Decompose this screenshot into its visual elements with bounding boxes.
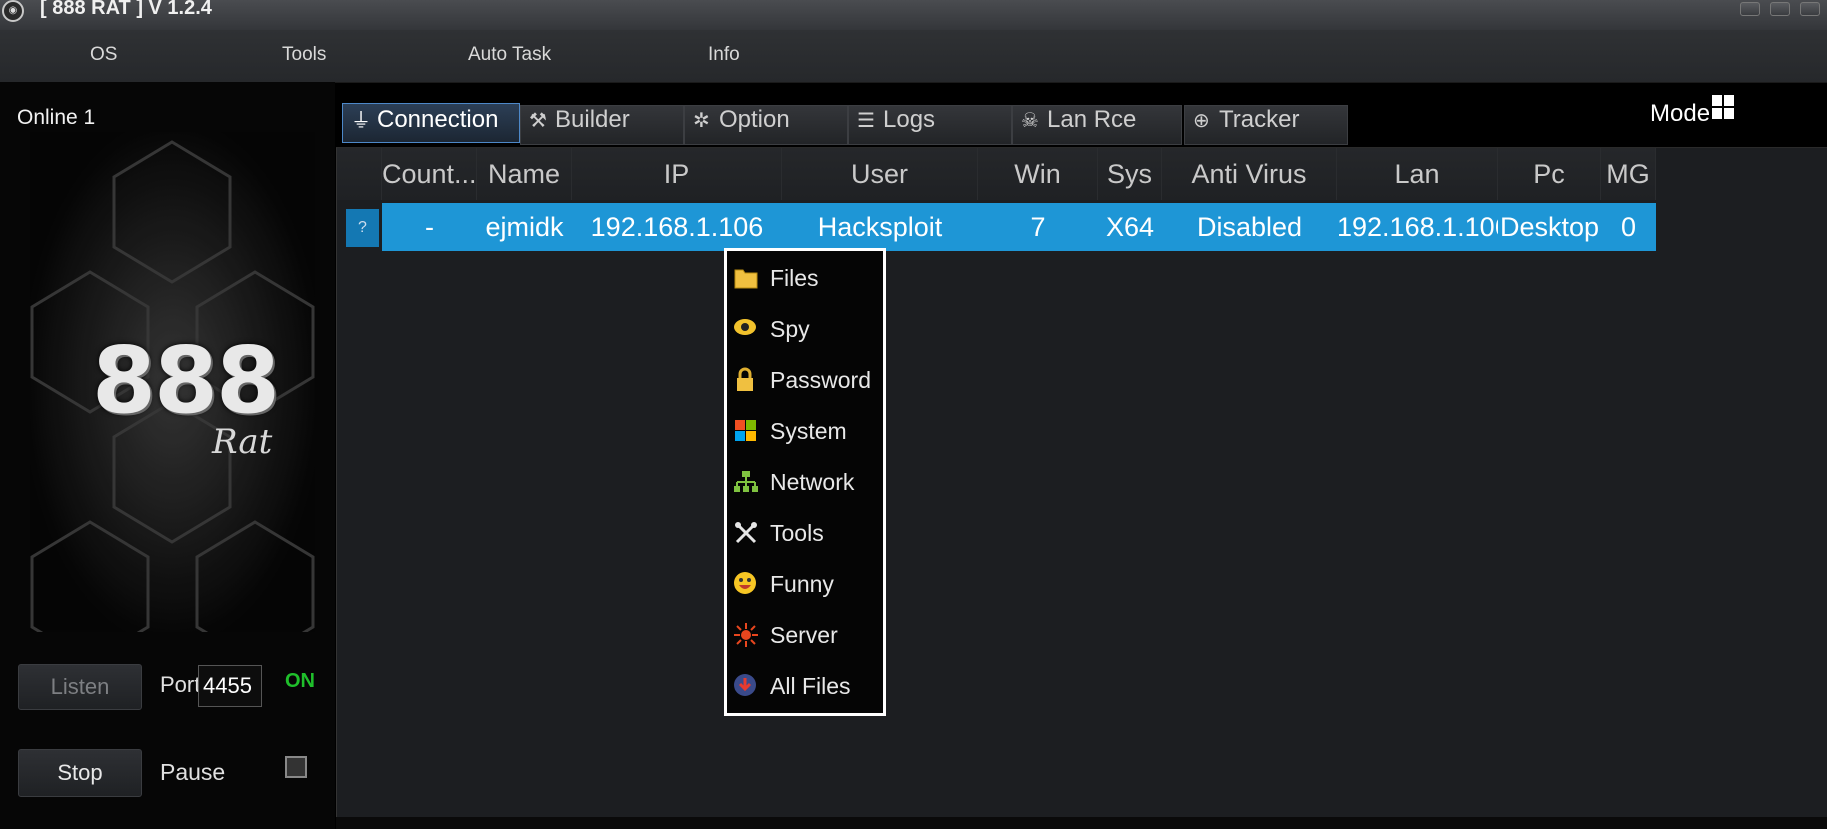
cell-name: ejmidk — [485, 212, 564, 242]
brand-logo-888: 888 — [92, 327, 280, 434]
column-header-indicator — [337, 148, 382, 200]
tab-label: Lan Rce — [1047, 106, 1137, 133]
column-header-win[interactable]: Win — [978, 148, 1098, 200]
network-icon — [734, 471, 758, 492]
globe-icon: ⊕ — [1193, 110, 1210, 132]
menu-info[interactable]: Info — [708, 44, 740, 66]
tab-label: Option — [719, 106, 790, 133]
port-input[interactable] — [198, 665, 262, 707]
column-header-lan[interactable]: Lan — [1337, 148, 1498, 200]
context-item-label: Funny — [770, 571, 834, 597]
skull-icon: ☠ — [1021, 110, 1039, 132]
column-header-anti-virus[interactable]: Anti Virus — [1162, 148, 1337, 200]
table-footer — [336, 817, 1827, 829]
column-header-country[interactable]: Count... — [382, 148, 477, 200]
tab-label: Logs — [883, 106, 936, 133]
cell-lan: 192.168.1.106 — [1337, 212, 1498, 242]
context-item-network[interactable]: Network — [727, 461, 883, 509]
online-count: Online 1 — [17, 106, 96, 129]
tab-bar: ⏚ Connection ⚒ Builder ✲ Option ☰ Logs ☠ Lan … — [338, 95, 1827, 148]
context-item-system[interactable]: System — [727, 410, 883, 458]
close-button[interactable] — [1800, 2, 1820, 16]
windows-icon — [735, 420, 756, 441]
window-title: [ 888 RAT ] V 1.2.4 — [40, 0, 212, 19]
column-header-name[interactable]: Name — [477, 148, 572, 200]
folder-icon — [734, 269, 758, 289]
brand-logo-rat: Rat — [212, 422, 273, 462]
mode-label: Mode — [1650, 100, 1711, 127]
table-row[interactable]: - ejmidk 192.168.1.106 Hacksploit 7 X64 … — [382, 203, 1656, 251]
cell-win: 7 — [1030, 212, 1046, 242]
smiley-icon — [734, 572, 756, 594]
list-icon: ☰ — [857, 110, 875, 132]
column-header-pc[interactable]: Pc — [1498, 148, 1601, 200]
stop-button[interactable]: Stop — [18, 749, 142, 797]
context-item-label: Password — [770, 367, 871, 393]
cell-pc: Desktop — [1499, 212, 1600, 242]
tab-label: Builder — [555, 106, 630, 133]
row-indicator[interactable]: ? — [346, 209, 379, 247]
menu-auto-task[interactable]: Auto Task — [468, 44, 551, 66]
context-item-spy[interactable]: Spy — [727, 308, 883, 356]
tab-label: Connection — [377, 106, 499, 133]
menu-tools[interactable]: Tools — [282, 44, 326, 66]
cell-user: Hacksploit — [817, 212, 943, 242]
cell-country: - — [425, 212, 434, 242]
menu-os[interactable]: OS — [90, 44, 117, 66]
context-item-label: All Files — [770, 673, 851, 699]
pause-label: Pause — [160, 759, 226, 785]
context-item-files[interactable]: Files — [727, 257, 883, 305]
column-header-mg[interactable]: MG — [1601, 148, 1656, 200]
context-item-label: Server — [770, 622, 838, 648]
tab-builder[interactable]: ⚒ Builder — [520, 105, 684, 145]
column-header-sys[interactable]: Sys — [1098, 148, 1162, 200]
tools-icon: ⚒ — [529, 110, 547, 132]
context-item-label: System — [770, 418, 847, 444]
context-item-label: Tools — [770, 520, 824, 546]
cell-mg: 0 — [1620, 212, 1637, 242]
eye-icon — [734, 319, 756, 335]
tab-option[interactable]: ✲ Option — [684, 105, 848, 145]
context-menu: Files Spy Password System Network Tools … — [724, 248, 886, 716]
listen-button[interactable]: Listen — [18, 664, 142, 710]
cell-anti-virus: Disabled — [1196, 212, 1303, 242]
status-on-indicator: ON — [285, 670, 315, 692]
tab-label: Tracker — [1219, 106, 1300, 133]
app-window: ◉ [ 888 RAT ] V 1.2.4 OS Tools Auto Task… — [0, 0, 1827, 829]
tab-connection[interactable]: ⏚ Connection — [342, 103, 520, 143]
windows-icon — [1712, 95, 1734, 119]
maximize-button[interactable] — [1770, 2, 1790, 16]
app-logo-icon: ◉ — [2, 0, 24, 22]
column-header-ip[interactable]: IP — [572, 148, 782, 200]
server-icon — [734, 623, 758, 647]
column-header-user[interactable]: User — [782, 148, 978, 200]
pause-checkbox[interactable] — [285, 756, 307, 778]
port-label: Port — [160, 672, 198, 697]
context-item-all-files[interactable]: All Files — [727, 665, 883, 713]
context-item-tools[interactable]: Tools — [727, 512, 883, 560]
tab-logs[interactable]: ☰ Logs — [848, 105, 1012, 145]
context-item-password[interactable]: Password — [727, 359, 883, 407]
plug-icon: ⏚ — [351, 110, 371, 132]
left-panel: Online 1 888 Rat Listen Port ON Stop Pau… — [0, 82, 335, 829]
lock-icon — [737, 367, 753, 391]
download-icon — [734, 674, 756, 696]
context-item-label: Network — [770, 469, 855, 495]
tab-tracker[interactable]: ⊕ Tracker — [1184, 105, 1348, 145]
title-bar: ◉ [ 888 RAT ] V 1.2.4 — [0, 0, 1827, 31]
connection-table: Count... Name IP User Win Sys Anti Virus… — [336, 147, 1827, 818]
minimize-button[interactable] — [1740, 2, 1760, 16]
cell-sys: X64 — [1105, 212, 1155, 242]
context-item-server[interactable]: Server — [727, 614, 883, 662]
context-item-label: Spy — [770, 316, 810, 342]
context-item-label: Files — [770, 265, 819, 291]
menu-bar: OS Tools Auto Task Info — [0, 30, 1827, 83]
cell-ip: 192.168.1.106 — [590, 212, 764, 242]
gear-icon: ✲ — [693, 110, 710, 132]
mode-indicator[interactable]: Mode — [1648, 100, 1710, 146]
tab-lan-rce[interactable]: ☠ Lan Rce — [1012, 105, 1182, 145]
context-item-funny[interactable]: Funny — [727, 563, 883, 611]
tools-icon — [735, 522, 757, 544]
